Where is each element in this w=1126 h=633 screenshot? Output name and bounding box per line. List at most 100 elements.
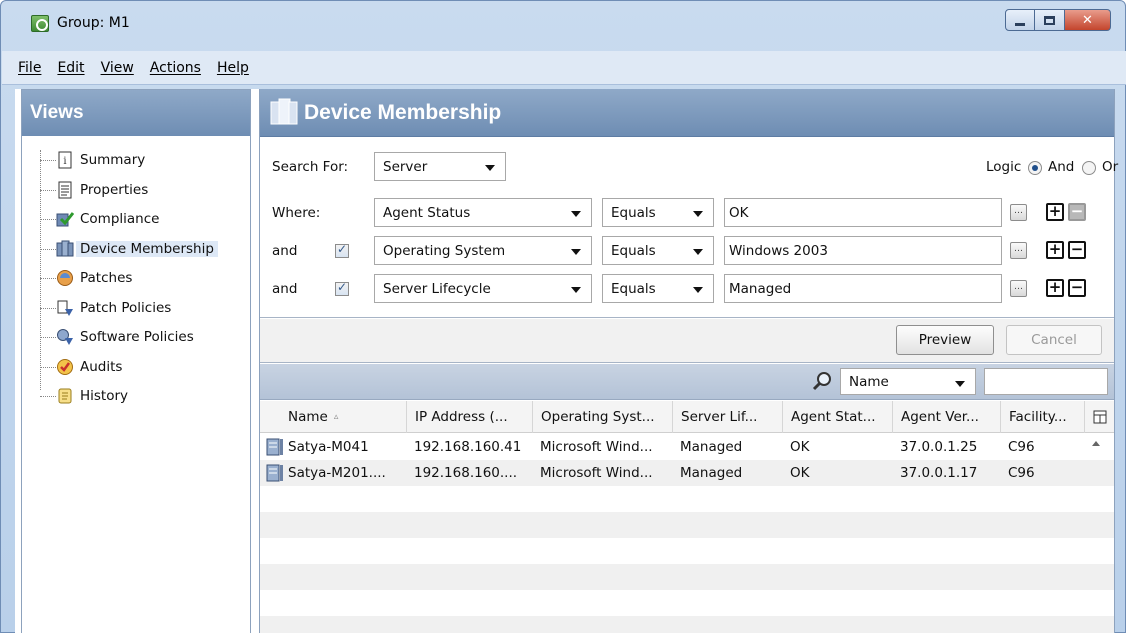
search-icon[interactable] (811, 370, 833, 392)
svg-text:i: i (63, 156, 66, 167)
column-server-lifecycle[interactable]: Server Lif... (672, 401, 782, 433)
view-item-compliance[interactable]: Compliance (22, 205, 250, 235)
column-agent-status[interactable]: Agent Stat... (782, 401, 892, 433)
rule-1-browse-button[interactable]: … (1010, 204, 1027, 221)
search-for-value: Server (383, 158, 428, 175)
column-agent-version[interactable]: Agent Ver... (892, 401, 1000, 433)
results-panel: Name Name ▵ IP Address (... Operating Sy… (260, 364, 1114, 633)
patches-icon (57, 270, 73, 286)
rule-2-browse-button[interactable]: … (1010, 242, 1027, 259)
menu-actions[interactable]: Actions (142, 60, 209, 76)
view-item-history[interactable]: History (22, 382, 250, 412)
rule-2-enabled-checkbox[interactable] (335, 242, 349, 258)
empty-row (260, 590, 1114, 616)
action-button-bar: Preview Cancel (260, 319, 1114, 363)
view-item-patches[interactable]: Patches (22, 264, 250, 294)
rule-1-add-button[interactable]: + (1046, 203, 1064, 221)
table-header: Name ▵ IP Address (... Operating Syst...… (260, 401, 1114, 433)
view-item-summary[interactable]: i Summary (22, 146, 250, 176)
chevron-down-icon (955, 381, 965, 387)
filter-field-dropdown[interactable]: Name (840, 368, 976, 395)
scroll-up-icon[interactable] (1092, 441, 1100, 446)
rule-2-value-field[interactable]: Windows 2003 (724, 236, 1002, 265)
view-label: Software Policies (80, 329, 194, 345)
rule-3-remove-button[interactable]: − (1068, 279, 1086, 297)
rule-2-remove-button[interactable]: − (1068, 241, 1086, 259)
rule-3-browse-button[interactable]: … (1010, 280, 1027, 297)
chevron-down-icon (693, 249, 703, 255)
views-header: Views (22, 90, 250, 136)
rule-1-value-field[interactable]: OK (724, 198, 1002, 227)
rule-value-text: Windows 2003 (729, 242, 828, 259)
rule-2-attribute-dropdown[interactable]: Operating System (374, 236, 592, 265)
device-membership-icon (56, 240, 74, 256)
cell-agent-status: OK (790, 439, 810, 455)
column-chooser-button[interactable] (1084, 401, 1114, 433)
rule-value-text: OK (729, 204, 749, 221)
chevron-down-icon (571, 211, 581, 217)
view-label: Device Membership (76, 240, 218, 257)
rule-3-attribute-dropdown[interactable]: Server Lifecycle (374, 274, 592, 303)
close-button[interactable]: ✕ (1065, 9, 1111, 31)
menu-file[interactable]: File (10, 60, 49, 76)
group-icon (31, 15, 49, 32)
cell-facility: C96 (1008, 439, 1035, 455)
logic-label: Logic (986, 159, 1022, 175)
view-item-device-membership[interactable]: Device Membership (22, 235, 250, 265)
client-area: Views i Summary Properties Compliance De… (15, 89, 1119, 633)
minimize-button[interactable] (1005, 9, 1035, 31)
rule-1-attribute-dropdown[interactable]: Agent Status (374, 198, 592, 227)
logic-or-radio[interactable] (1082, 161, 1096, 175)
cell-server-lifecycle: Managed (680, 465, 743, 481)
view-label: History (80, 388, 129, 404)
views-pane: Views i Summary Properties Compliance De… (21, 89, 251, 633)
view-label: Compliance (80, 211, 160, 227)
where-label: Where: (272, 205, 321, 221)
column-operating-system[interactable]: Operating Syst... (532, 401, 672, 433)
view-item-patch-policies[interactable]: Patch Policies (22, 294, 250, 324)
column-name[interactable]: Name ▵ (280, 401, 406, 433)
menu-bar: File Edit View Actions Help (2, 51, 1126, 85)
menu-view[interactable]: View (93, 60, 142, 76)
device-membership-pane: Device Membership Search For: Server Log… (259, 89, 1119, 633)
column-chooser-icon (1093, 410, 1106, 424)
rule-attribute-value: Server Lifecycle (383, 280, 491, 297)
rule-attribute-value: Agent Status (383, 204, 471, 221)
search-for-dropdown[interactable]: Server (374, 152, 506, 181)
rule-operator-value: Equals (611, 242, 656, 259)
column-ip-address[interactable]: IP Address (... (406, 401, 532, 433)
view-item-audits[interactable]: Audits (22, 353, 250, 383)
logic-and-radio[interactable] (1028, 161, 1042, 175)
maximize-button[interactable] (1035, 9, 1065, 31)
menu-edit[interactable]: Edit (49, 60, 92, 76)
rule-2-operator-dropdown[interactable]: Equals (602, 236, 714, 265)
view-label: Summary (80, 152, 146, 168)
rule-3-value-field[interactable]: Managed (724, 274, 1002, 303)
view-item-software-policies[interactable]: Software Policies (22, 323, 250, 353)
rule-1-operator-dropdown[interactable]: Equals (602, 198, 714, 227)
pane-header: Device Membership (260, 89, 1114, 137)
and-label: and (272, 281, 298, 297)
cell-agent-version: 37.0.0.1.17 (900, 465, 978, 481)
filter-input[interactable] (984, 368, 1108, 395)
column-facility[interactable]: Facility... (1000, 401, 1084, 433)
table-row[interactable]: Satya-M201.... 192.168.160.... Microsoft… (260, 460, 1114, 486)
rule-3-enabled-checkbox[interactable] (335, 280, 349, 296)
rule-3-operator-dropdown[interactable]: Equals (602, 274, 714, 303)
device-membership-icon (270, 98, 298, 125)
empty-row (260, 512, 1114, 538)
logic-or-label: Or (1102, 159, 1119, 175)
rule-2-add-button[interactable]: + (1046, 241, 1064, 259)
pane-title: Device Membership (304, 101, 502, 124)
cell-ip-address: 192.168.160.41 (414, 439, 522, 455)
cell-ip-address: 192.168.160.... (414, 465, 518, 481)
chevron-down-icon (571, 287, 581, 293)
view-item-properties[interactable]: Properties (22, 176, 250, 206)
audits-icon (57, 358, 73, 375)
chevron-down-icon (693, 287, 703, 293)
preview-button[interactable]: Preview (896, 325, 994, 355)
rule-3-add-button[interactable]: + (1046, 279, 1064, 297)
minimize-icon (1015, 22, 1025, 26)
menu-help[interactable]: Help (209, 60, 257, 76)
table-row[interactable]: Satya-M041 192.168.160.41 Microsoft Wind… (260, 434, 1114, 460)
